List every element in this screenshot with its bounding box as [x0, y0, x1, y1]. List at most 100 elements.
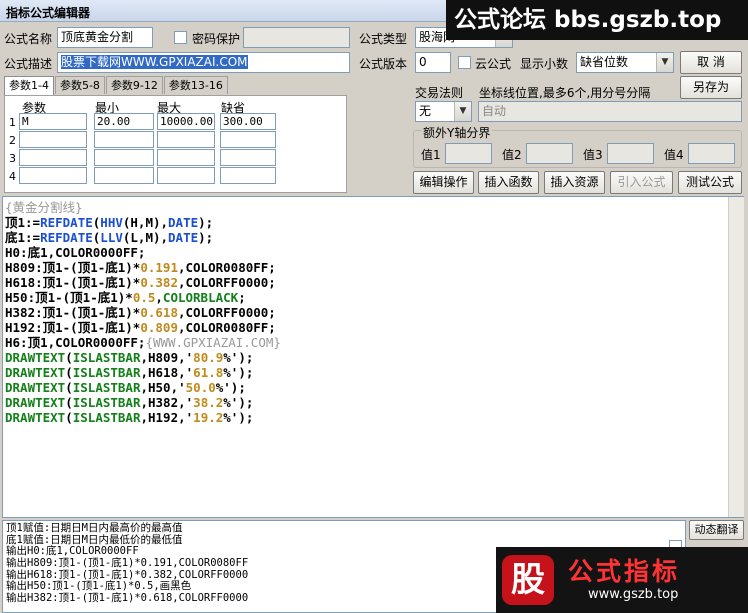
- code-token: H382:顶1-(顶1-底1)*: [5, 305, 141, 320]
- code-token: 底1:=: [5, 230, 41, 245]
- code-token: DATE: [168, 215, 199, 230]
- code-token: ISLASTBAR: [72, 395, 141, 410]
- code-editor[interactable]: {黄金分割线} 顶1:=REFDATE(HHV(H,M),DATE); 底1:=RE…: [2, 196, 744, 518]
- code-token: ;: [238, 290, 246, 305]
- code-line: H192:顶1-(顶1-底1)*0.809,COLOR0080FF;: [3, 320, 743, 335]
- param-max-input[interactable]: 10000.00: [157, 113, 215, 130]
- formula-name-field[interactable]: 顶底黄金分割: [57, 27, 153, 48]
- code-line: H0:底1,COLOR0000FF;: [3, 245, 743, 260]
- code-token: ,COLOR0080FF;: [177, 260, 276, 275]
- code-token: (: [65, 350, 73, 365]
- trade-rule-value: 无: [419, 104, 432, 118]
- param-name-input[interactable]: [19, 131, 87, 148]
- param-min-input[interactable]: [94, 167, 154, 184]
- code-token: H809:顶1-(顶1-底1)*: [5, 260, 141, 275]
- code-token: ,H809,': [140, 350, 194, 365]
- formula-desc-value: 股票下载网WWW.GPXIAZAI.COM: [61, 55, 248, 69]
- param-min-input[interactable]: 20.00: [94, 113, 154, 130]
- param-max-input[interactable]: [157, 131, 215, 148]
- param-row-index: 4: [9, 170, 16, 183]
- code-token: 0.382: [140, 275, 178, 290]
- param-name-input[interactable]: [19, 167, 87, 184]
- password-field[interactable]: [243, 27, 350, 48]
- param-name-input[interactable]: M: [19, 113, 87, 130]
- password-checkbox[interactable]: [174, 31, 187, 44]
- decimal-select[interactable]: 缺省位数 ▼: [576, 52, 674, 73]
- code-line: DRAWTEXT(ISLASTBAR,H50,'50.0%');: [3, 380, 743, 395]
- insert-resource-button[interactable]: 插入资源: [544, 171, 605, 194]
- code-token: ISLASTBAR: [72, 410, 141, 425]
- code-token: 80.9: [193, 350, 224, 365]
- code-token: (H,M),: [122, 215, 169, 230]
- y-value-field-4[interactable]: [688, 143, 735, 164]
- code-token: 0.809: [140, 320, 178, 335]
- code-token: 顶1:=: [5, 215, 41, 230]
- code-token: H618:顶1-(顶1-底1)*: [5, 275, 141, 290]
- import-formula-button[interactable]: 引入公式: [610, 171, 673, 194]
- translate-button[interactable]: 动态翻译: [689, 520, 744, 540]
- code-token: ISLASTBAR: [72, 350, 141, 365]
- window-title: 指标公式编辑器: [6, 6, 91, 20]
- param-default-input[interactable]: [220, 167, 276, 184]
- code-token: REFDATE: [40, 215, 93, 230]
- formula-version-field[interactable]: 0: [415, 52, 451, 73]
- coord-line-field[interactable]: 自动: [478, 101, 742, 122]
- tab-params-9-12[interactable]: 参数9-12: [105, 76, 163, 94]
- param-default-input[interactable]: [220, 131, 276, 148]
- y-value-field-2[interactable]: [526, 143, 573, 164]
- code-token: COLORBLACK: [162, 290, 239, 305]
- param-max-input[interactable]: [157, 167, 215, 184]
- code-token: %');: [215, 380, 246, 395]
- code-token: 50.0: [185, 380, 216, 395]
- decimal-label: 显示小数: [520, 57, 569, 71]
- code-line: 顶1:=REFDATE(HHV(H,M),DATE);: [3, 215, 743, 230]
- y-value-label-2: 值2: [502, 148, 522, 162]
- cancel-button[interactable]: 取 消: [680, 51, 742, 74]
- param-min-input[interactable]: [94, 131, 154, 148]
- code-token: (L,M),: [122, 230, 169, 245]
- param-min-input[interactable]: [94, 149, 154, 166]
- decimal-value: 缺省位数: [580, 55, 629, 69]
- code-token: 19.2: [193, 410, 224, 425]
- edit-operations-button[interactable]: 编辑操作: [413, 171, 474, 194]
- param-row-index: 1: [9, 116, 16, 129]
- trade-rule-label: 交易法则: [415, 86, 464, 100]
- logo-url: www.gszb.top: [588, 587, 679, 602]
- code-token: ,H382,': [140, 395, 194, 410]
- code-token: ,H192,': [140, 410, 194, 425]
- code-token: %');: [223, 395, 254, 410]
- code-line: H382:顶1-(顶1-底1)*0.618,COLORFF0000;: [3, 305, 743, 320]
- y-value-field-3[interactable]: [607, 143, 654, 164]
- code-token: DRAWTEXT: [5, 380, 66, 395]
- param-default-input[interactable]: [220, 149, 276, 166]
- tab-params-1-4[interactable]: 参数1-4: [4, 76, 54, 96]
- trade-rule-select[interactable]: 无 ▼: [415, 101, 472, 122]
- insert-function-button[interactable]: 插入函数: [478, 171, 539, 194]
- formula-desc-field[interactable]: 股票下载网WWW.GPXIAZAI.COM: [57, 52, 350, 73]
- code-scrollbar[interactable]: [728, 197, 744, 517]
- param-name-input[interactable]: [19, 149, 87, 166]
- y-value-field-1[interactable]: [445, 143, 492, 164]
- param-max-input[interactable]: [157, 149, 215, 166]
- code-line: DRAWTEXT(ISLASTBAR,H192,'19.2%');: [3, 410, 743, 425]
- code-token: {黄金分割线}: [5, 200, 83, 215]
- param-default-input[interactable]: 300.00: [220, 113, 276, 130]
- code-token: ,: [155, 290, 163, 305]
- code-token: H192:顶1-(顶1-底1)*: [5, 320, 141, 335]
- code-token: REFDATE: [40, 230, 93, 245]
- forum-watermark: 公式论坛 bbs.gszb.top: [446, 0, 748, 40]
- tab-params-5-8[interactable]: 参数5-8: [54, 76, 105, 94]
- code-line: H618:顶1-(顶1-底1)*0.382,COLORFF0000;: [3, 275, 743, 290]
- tab-params-13-16[interactable]: 参数13-16: [163, 76, 228, 94]
- code-token: (: [65, 380, 73, 395]
- chevron-down-icon: ▼: [656, 53, 673, 72]
- cloud-formula-checkbox[interactable]: [458, 56, 471, 69]
- save-as-button[interactable]: 另存为: [680, 76, 742, 99]
- test-formula-button[interactable]: 测试公式: [678, 171, 742, 194]
- code-token: DRAWTEXT: [5, 365, 66, 380]
- code-token: ,H618,': [140, 365, 194, 380]
- formula-type-label: 公式类型: [359, 32, 408, 46]
- code-line: 底1:=REFDATE(LLV(L,M),DATE);: [3, 230, 743, 245]
- code-token: H50:顶1-(顶1-底1)*: [5, 290, 133, 305]
- code-line: H809:顶1-(顶1-底1)*0.191,COLOR0080FF;: [3, 260, 743, 275]
